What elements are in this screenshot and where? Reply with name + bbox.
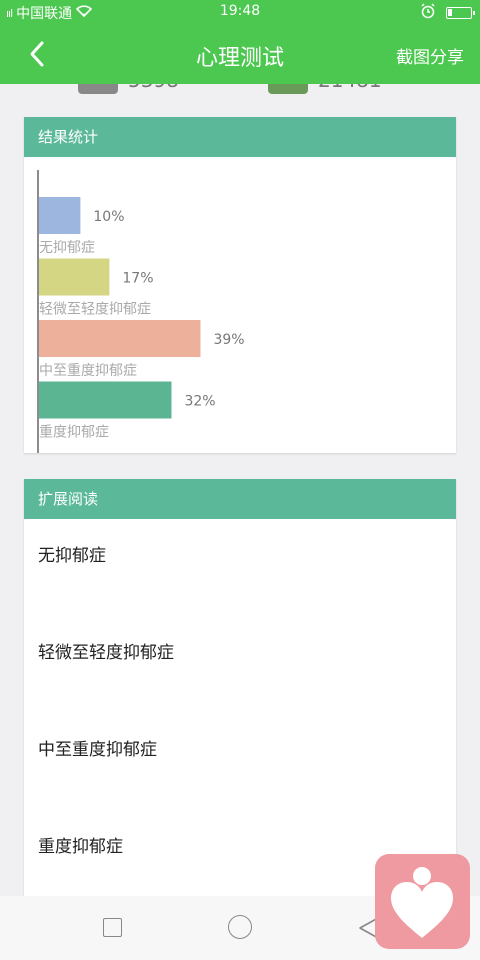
- bar-value-moderate-depression: 39%: [213, 332, 244, 348]
- like-count: 21481: [318, 84, 382, 92]
- stats-row: 5398 21481: [0, 84, 480, 98]
- thumbs-down-icon: [78, 84, 118, 94]
- bar-severe-depression: [39, 381, 172, 419]
- bar-moderate-depression: [39, 320, 201, 357]
- status-time: 19:48: [219, 3, 261, 19]
- app-header: 心理测试 截图分享: [0, 24, 480, 84]
- bar-label-no-depression: 无抑郁症: [39, 240, 95, 256]
- results-chart: 10% 无抑郁症 17% 轻微至轻度抑郁症 39% 中至重度抑郁症 32% 重度抑郁症: [24, 157, 456, 453]
- reading-card: 扩展阅读 无抑郁症 轻微至轻度抑郁症 中至重度抑郁症 重度抑郁症: [24, 479, 456, 899]
- results-chart-svg: 10% 无抑郁症 17% 轻微至轻度抑郁症 39% 中至重度抑郁症 32% 重度抑郁症: [37, 170, 245, 453]
- bar-mild-depression: [39, 258, 110, 296]
- dislike-stat[interactable]: 5398: [78, 84, 179, 94]
- bar-label-mild-depression: 轻微至轻度抑郁症: [39, 302, 151, 318]
- battery-icon: [446, 7, 475, 19]
- bar-value-severe-depression: 32%: [184, 394, 215, 410]
- screenshot-share-button[interactable]: 截图分享: [396, 43, 464, 68]
- bar-label-severe-depression: 重度抑郁症: [39, 425, 109, 441]
- home-button[interactable]: [228, 915, 252, 939]
- reading-item-moderate-depression[interactable]: 中至重度抑郁症: [38, 735, 157, 760]
- status-bar-right: [420, 3, 475, 23]
- like-stat[interactable]: 21481: [268, 84, 382, 94]
- bar-value-mild-depression: 17%: [122, 271, 153, 287]
- status-bar: ııl 中国联通 19:48: [0, 0, 480, 24]
- results-card: 结果统计 10% 无抑郁症 17% 轻微至轻度抑郁症 39% 中至重度抑郁症 32% 重度抑郁…: [24, 117, 456, 453]
- thumbs-up-icon: [268, 84, 308, 94]
- reading-item-severe-depression[interactable]: 重度抑郁症: [38, 832, 123, 857]
- floating-heart-button[interactable]: [375, 854, 470, 949]
- dislike-count: 5398: [128, 84, 179, 92]
- bar-label-moderate-depression: 中至重度抑郁症: [39, 363, 137, 379]
- results-card-title: 结果统计: [24, 117, 456, 157]
- reading-item-no-depression[interactable]: 无抑郁症: [38, 541, 106, 566]
- alarm-icon: [420, 3, 436, 23]
- bar-value-no-depression: 10%: [93, 209, 124, 225]
- reading-item-mild-depression[interactable]: 轻微至轻度抑郁症: [38, 638, 174, 663]
- reading-card-title: 扩展阅读: [24, 479, 456, 519]
- heart-icon: [391, 867, 453, 938]
- bar-no-depression: [39, 197, 81, 234]
- recent-apps-button[interactable]: [103, 918, 122, 937]
